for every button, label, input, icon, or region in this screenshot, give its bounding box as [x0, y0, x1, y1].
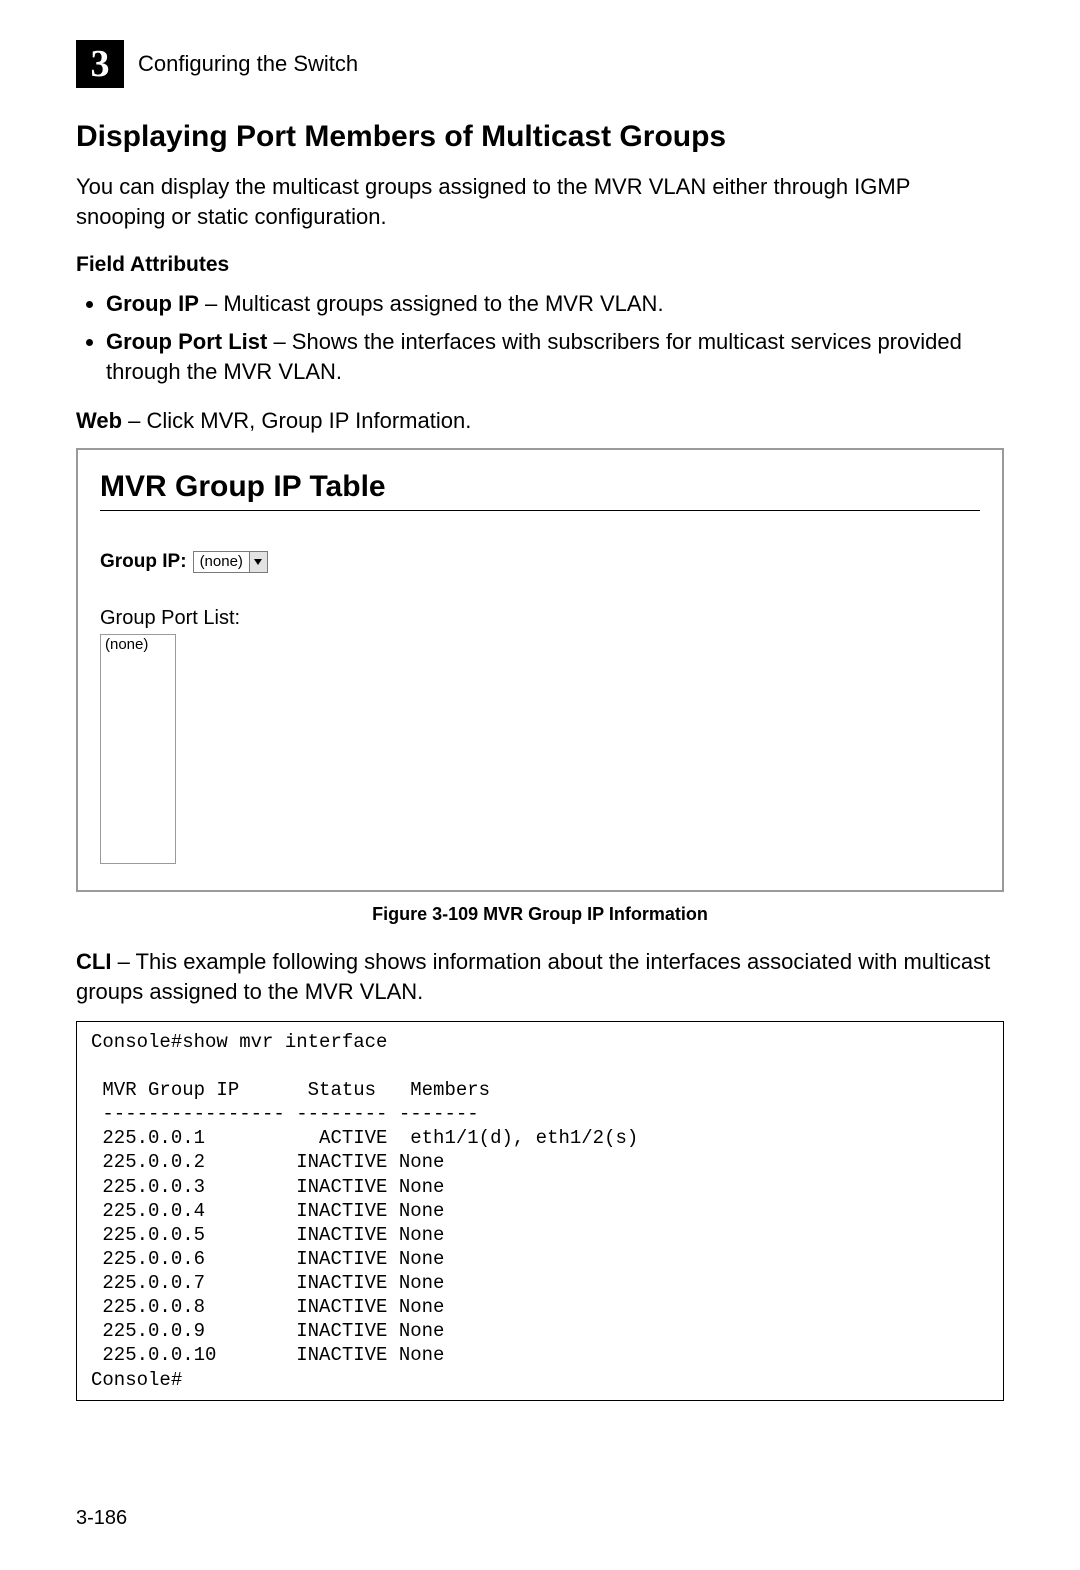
attribute-desc: – Multicast groups assigned to the MVR V…: [199, 291, 664, 316]
intro-paragraph: You can display the multicast groups ass…: [76, 172, 1004, 231]
attribute-list: Group IP – Multicast groups assigned to …: [76, 289, 1004, 386]
group-ip-label: Group IP:: [100, 551, 187, 573]
cli-paragraph: CLI – This example following shows infor…: [76, 947, 1004, 1006]
page-number: 3-186: [76, 1507, 127, 1530]
group-ip-row: Group IP: (none): [100, 551, 980, 573]
chevron-down-icon: [249, 552, 267, 572]
section-heading: Displaying Port Members of Multicast Gro…: [76, 120, 1004, 154]
group-port-list-box[interactable]: (none): [100, 634, 176, 864]
cli-output: Console#show mvr interface MVR Group IP …: [76, 1021, 1004, 1401]
group-port-list-label: Group Port List:: [100, 607, 980, 630]
cli-label: CLI: [76, 949, 111, 974]
web-label: Web: [76, 408, 122, 433]
page-header: 3 Configuring the Switch: [76, 40, 1004, 88]
web-text: – Click MVR, Group IP Information.: [122, 408, 471, 433]
group-ip-dropdown[interactable]: (none): [193, 551, 268, 573]
chapter-number-badge: 3: [76, 40, 124, 88]
group-ip-dropdown-value: (none): [194, 552, 249, 572]
panel-title: MVR Group IP Table: [100, 470, 980, 511]
attribute-item: Group IP – Multicast groups assigned to …: [106, 289, 1004, 319]
attribute-item: Group Port List – Shows the interfaces w…: [106, 327, 1004, 386]
attribute-name: Group IP: [106, 291, 199, 316]
chapter-title: Configuring the Switch: [138, 51, 358, 77]
field-attributes-heading: Field Attributes: [76, 253, 1004, 277]
cli-text: – This example following shows informati…: [76, 949, 990, 1004]
figure-caption: Figure 3-109 MVR Group IP Information: [76, 904, 1004, 925]
web-instruction: Web – Click MVR, Group IP Information.: [76, 408, 1004, 434]
mvr-panel: MVR Group IP Table Group IP: (none) Grou…: [76, 448, 1004, 892]
attribute-name: Group Port List: [106, 329, 267, 354]
